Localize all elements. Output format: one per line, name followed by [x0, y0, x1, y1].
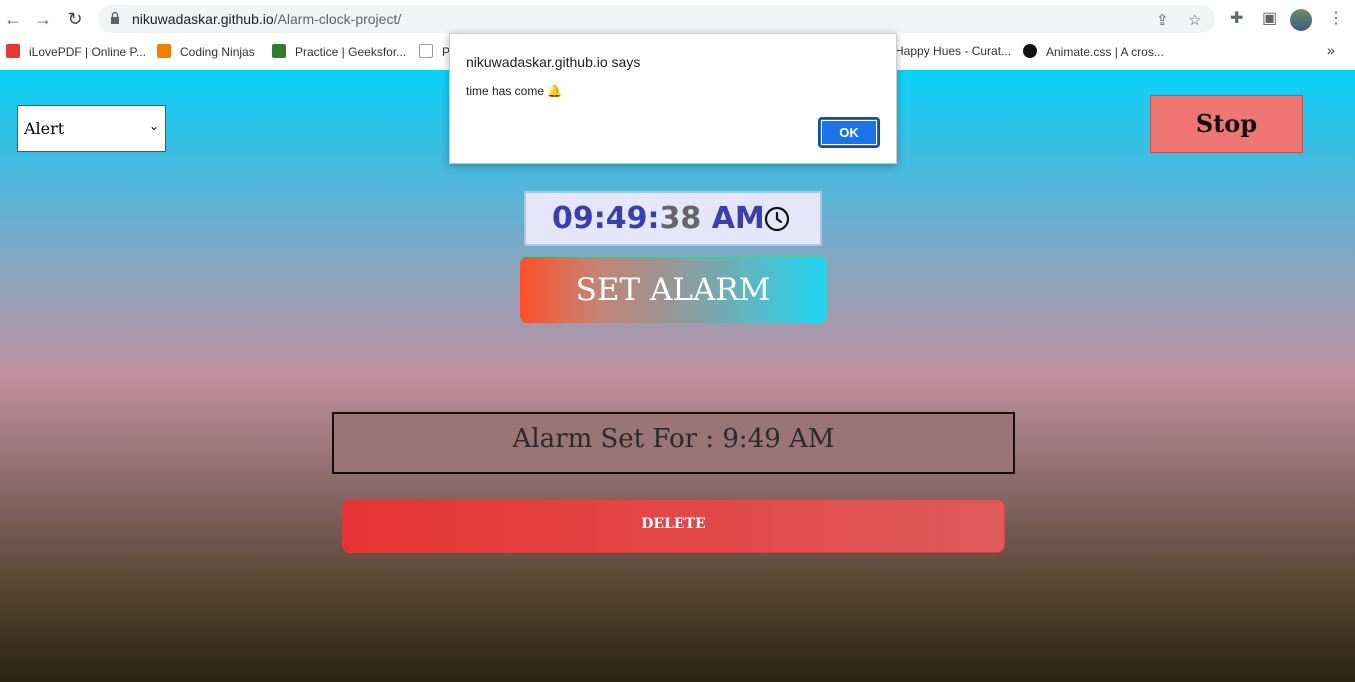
ringtone-select[interactable]: Alert ⌄: [17, 105, 166, 152]
bookmark-happy-hues[interactable]: Happy Hues - Curat...: [895, 44, 1011, 58]
bookmark-coding-ninjas[interactable]: Coding Ninjas: [157, 44, 255, 59]
stop-button[interactable]: Stop: [1150, 95, 1303, 153]
heart-icon: [6, 44, 20, 58]
alarm-status: Alarm Set For : 9:49 AM: [332, 412, 1015, 474]
clock-ampm: AM: [701, 201, 765, 236]
lock-icon: [111, 12, 119, 24]
bookmark-animate-css[interactable]: Animate.css | A cros...: [1023, 44, 1164, 59]
set-alarm-button[interactable]: SET ALARM: [519, 256, 827, 324]
address-bar[interactable]: nikuwadaskar.github.io/Alarm-clock-proje…: [98, 5, 1215, 33]
clock-time: 09:49:: [552, 201, 660, 236]
chevron-down-icon: ⌄: [148, 119, 159, 133]
profile-avatar[interactable]: [1290, 9, 1312, 31]
back-icon[interactable]: ←: [2, 8, 24, 30]
star-icon[interactable]: ☆: [1188, 11, 1201, 29]
reload-icon[interactable]: ↻: [64, 8, 86, 30]
coding-ninjas-icon: [157, 44, 171, 58]
menu-icon[interactable]: ⋮: [1328, 8, 1344, 28]
url-text: nikuwadaskar.github.io/Alarm-clock-proje…: [132, 11, 402, 27]
side-panel-icon[interactable]: ▣: [1262, 8, 1277, 28]
delete-button[interactable]: DELETE: [342, 499, 1005, 553]
bookmark-geeksforgeeks[interactable]: Practice | Geeksfor...: [272, 44, 406, 59]
bookmark-ilovepdf[interactable]: iLovePDF | Online P...: [6, 44, 146, 59]
gfg-icon: [272, 44, 286, 58]
dialog-title: nikuwadaskar.github.io says: [466, 54, 641, 70]
bookmark-p[interactable]: P: [419, 44, 450, 59]
alert-dialog: nikuwadaskar.github.io says time has com…: [449, 33, 897, 164]
bookmark-icon: [419, 44, 433, 58]
animate-css-icon: [1023, 44, 1037, 58]
clock-display: 09:49:38 AM: [524, 191, 822, 246]
dialog-message: time has come 🔔: [466, 84, 563, 98]
ok-button[interactable]: OK: [818, 117, 880, 148]
forward-icon[interactable]: →: [32, 8, 54, 30]
clock-seconds: 38: [659, 201, 702, 236]
extensions-icon[interactable]: ✚: [1230, 8, 1243, 28]
share-icon[interactable]: ⇪: [1156, 11, 1169, 29]
clock-icon: [764, 206, 790, 232]
more-bookmarks-icon[interactable]: »: [1327, 42, 1335, 58]
